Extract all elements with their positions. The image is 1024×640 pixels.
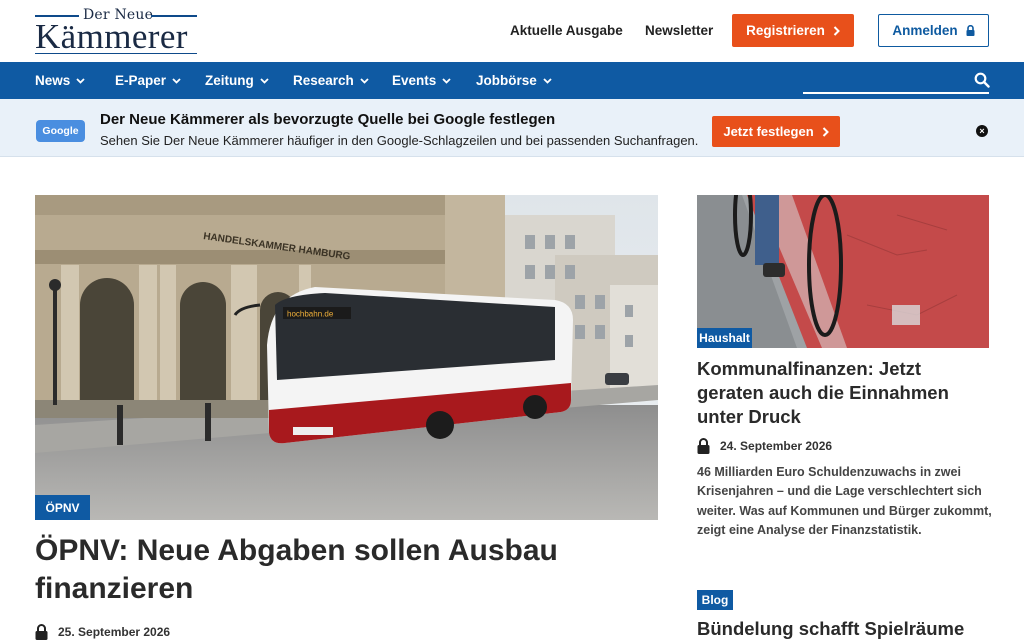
chevron-down-icon — [360, 77, 369, 84]
nav-item-label: Events — [392, 73, 437, 88]
nav-item-jobboerse[interactable]: Jobbörse — [476, 73, 552, 88]
logo-rule-bottom — [35, 52, 197, 54]
login-button-label: Anmelden — [892, 23, 958, 38]
chevron-right-icon — [833, 25, 840, 36]
category-tag-oepnv[interactable]: ÖPNV — [35, 495, 90, 520]
chevron-down-icon — [543, 77, 552, 84]
bike-lane-photo — [697, 195, 989, 348]
logo-main-text: Kämmerer — [35, 17, 188, 56]
lock-icon — [966, 25, 975, 36]
article-date: 24. September 2026 — [720, 439, 833, 453]
chevron-right-icon — [822, 126, 829, 137]
site-header: Der Neue Kämmerer Aktuelle Ausgabe Newsl… — [0, 0, 1024, 62]
main-article-title[interactable]: ÖPNV: Neue Abgaben sollen Ausbau finanzi… — [35, 532, 655, 608]
nav-item-label: Jobbörse — [476, 73, 537, 88]
nav-item-label: Research — [293, 73, 354, 88]
bus-photo: HANDELSKAMMER HAMBURG hochbahn.de — [35, 195, 658, 520]
lock-icon — [35, 624, 48, 640]
chevron-down-icon — [442, 77, 451, 84]
banner-title: Der Neue Kämmerer als bevorzugte Quelle … — [100, 111, 556, 128]
side-article-meta: 24. September 2026 — [697, 438, 832, 454]
login-button[interactable]: Anmelden — [878, 14, 989, 47]
nav-item-e-paper[interactable]: E-Paper — [115, 73, 181, 88]
side-article-2-title[interactable]: Bündelung schafft Spielräume — [697, 617, 989, 640]
nav-item-label: News — [35, 73, 71, 88]
category-tag-haushalt[interactable]: Haushalt — [697, 328, 752, 348]
side-article-title[interactable]: Kommunalfinanzen: Jetzt geraten auch die… — [697, 357, 989, 429]
bus-destination-display: hochbahn.de — [287, 310, 334, 319]
banner-subtitle: Sehen Sie Der Neue Kämmerer häufiger in … — [100, 133, 699, 148]
google-source-banner: Google Der Neue Kämmerer als bevorzugte … — [0, 99, 1024, 157]
article-date: 25. September 2026 — [58, 625, 171, 639]
side-article-image[interactable]: Haushalt — [697, 195, 989, 348]
chevron-down-icon — [76, 77, 85, 84]
search-icon[interactable] — [974, 72, 990, 88]
nav-item-research[interactable]: Research — [293, 73, 369, 88]
search-input[interactable] — [803, 92, 989, 94]
register-button-label: Registrieren — [746, 23, 825, 38]
site-logo[interactable]: Der Neue Kämmerer — [35, 7, 197, 56]
chevron-down-icon — [172, 77, 181, 84]
nav-item-label: Zeitung — [205, 73, 254, 88]
nav-item-news[interactable]: News — [35, 73, 85, 88]
category-tag-blog[interactable]: Blog — [697, 590, 733, 610]
banner-button-label: Jetzt festlegen — [723, 124, 814, 139]
set-preferred-source-button[interactable]: Jetzt festlegen — [712, 116, 840, 147]
link-newsletter[interactable]: Newsletter — [645, 23, 713, 38]
google-badge: Google — [36, 120, 85, 142]
nav-item-events[interactable]: Events — [392, 73, 451, 88]
main-article-image[interactable]: HANDELSKAMMER HAMBURG hochbahn.de ÖPNV — [35, 195, 658, 520]
close-icon[interactable]: × — [976, 125, 988, 137]
main-article-meta: 25. September 2026 — [35, 624, 170, 640]
link-aktuelle-ausgabe[interactable]: Aktuelle Ausgabe — [510, 23, 623, 38]
lock-icon — [697, 438, 710, 454]
chevron-down-icon — [260, 77, 269, 84]
side-article-teaser: 46 Milliarden Euro Schuldenzuwachs in zw… — [697, 465, 992, 537]
nav-item-label: E-Paper — [115, 73, 167, 88]
register-button[interactable]: Registrieren — [732, 14, 854, 47]
nav-item-zeitung[interactable]: Zeitung — [205, 73, 269, 88]
